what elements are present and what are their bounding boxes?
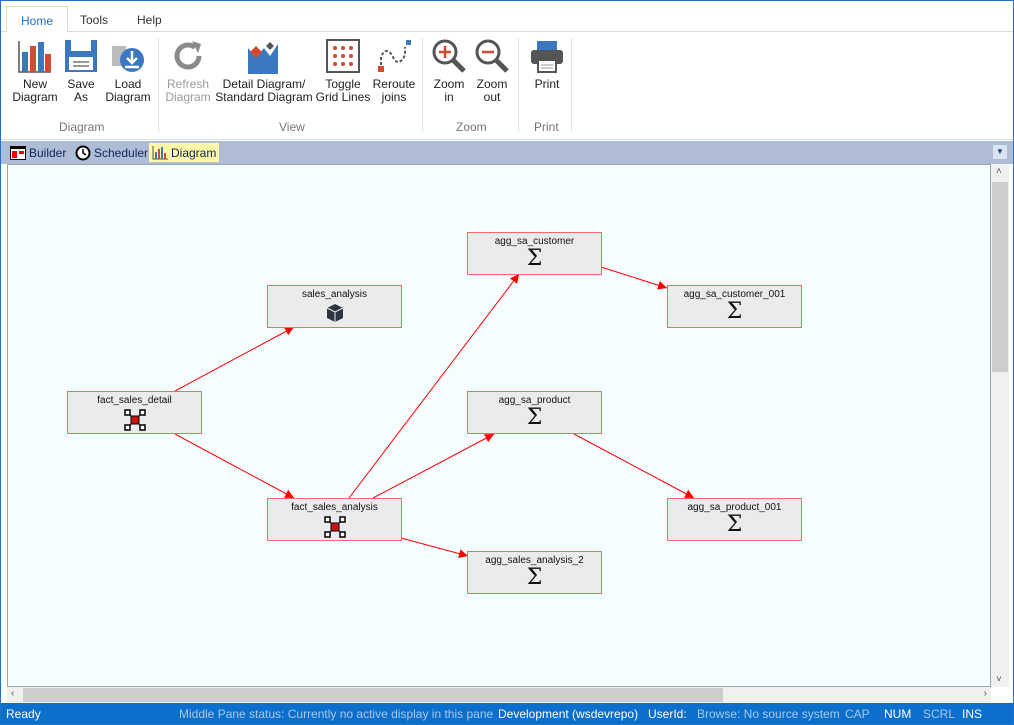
label: Diagram xyxy=(12,90,58,104)
reroute-joins-button[interactable]: Reroute joins xyxy=(371,38,417,104)
divider xyxy=(571,38,572,132)
status-browse: Browse: No source system xyxy=(697,707,840,721)
label: As xyxy=(73,90,88,104)
status-num: NUM xyxy=(884,707,912,721)
vertical-scroll-thumb[interactable] xyxy=(992,182,1008,372)
status-userid: UserId: xyxy=(648,707,687,721)
node-label: fact_sales_detail xyxy=(97,395,172,406)
reroute-icon xyxy=(378,40,411,72)
divider xyxy=(518,38,519,132)
diagram-node[interactable]: fact_sales_analysis xyxy=(267,498,402,541)
sigma-icon: Σ xyxy=(526,565,543,590)
join-edge xyxy=(174,433,295,499)
document-tabs-bar: Builder Scheduler Diagram ▼ xyxy=(1,141,1013,164)
diagram-canvas[interactable]: agg_sa_customer Σ agg_sa_customer_001 Σ sa… xyxy=(7,164,991,687)
refresh-diagram-button: Refresh Diagram xyxy=(164,38,212,104)
doc-tab-scheduler[interactable]: Scheduler xyxy=(72,143,151,162)
join-edge xyxy=(400,537,469,559)
node-label: fact_sales_analysis xyxy=(291,502,378,513)
bar-chart-icon xyxy=(18,41,51,73)
divider xyxy=(422,38,423,132)
detail-standard-diagram-button[interactable]: Detail Diagram/Standard Diagram xyxy=(215,38,313,104)
tab-tools[interactable]: Tools xyxy=(66,6,122,32)
scroll-left-icon[interactable]: ‹ xyxy=(11,688,14,699)
status-middle-pane: Middle Pane status: Currently no active … xyxy=(179,707,494,721)
status-environment: Development (wsdevrepo) xyxy=(498,707,639,721)
label: joins xyxy=(381,90,407,104)
tab-help[interactable]: Help xyxy=(123,6,176,32)
new-diagram-button[interactable]: New Diagram xyxy=(11,38,59,104)
menu-tabs: Home Tools Help xyxy=(1,1,1013,33)
vertical-scrollbar[interactable]: ˄ ˅ xyxy=(991,164,1009,687)
label: in xyxy=(444,90,454,104)
group-label-view: View xyxy=(279,120,305,134)
clock-icon xyxy=(75,145,91,160)
scroll-down-icon[interactable]: ˅ xyxy=(996,674,1002,685)
label: Diagram xyxy=(171,145,217,160)
doc-tab-diagram[interactable]: Diagram xyxy=(149,143,220,162)
grid-icon xyxy=(326,39,360,73)
zoom-in-icon xyxy=(432,39,466,73)
area-chart-icon xyxy=(248,42,278,74)
load-icon xyxy=(112,46,144,72)
join-edge xyxy=(174,326,295,392)
bar-chart-icon xyxy=(152,145,168,159)
toggle-grid-lines-button[interactable]: Toggle Grid Lines xyxy=(315,38,371,104)
join-edge xyxy=(573,433,695,499)
floppy-disk-icon xyxy=(65,40,97,72)
diagram-node[interactable]: agg_sa_product Σ xyxy=(467,391,602,434)
status-cap: CAP xyxy=(845,707,870,721)
status-ready: Ready xyxy=(6,707,41,721)
print-button[interactable]: Print xyxy=(527,38,567,91)
status-bar: Ready Middle Pane status: Currently no a… xyxy=(1,703,1013,724)
diagram-node[interactable]: fact_sales_detail xyxy=(67,391,202,434)
fact-table-icon xyxy=(323,516,346,538)
label: Grid Lines xyxy=(315,90,371,104)
refresh-icon xyxy=(174,41,202,70)
cube-icon xyxy=(326,304,343,322)
label: Diagram xyxy=(105,90,151,104)
load-diagram-button[interactable]: Load Diagram xyxy=(103,38,153,104)
node-label: sales_analysis xyxy=(301,289,368,300)
diagram-node[interactable]: sales_analysis xyxy=(267,285,402,328)
zoom-out-icon xyxy=(475,39,509,73)
status-ins: INS xyxy=(962,707,983,721)
sigma-icon: Σ xyxy=(726,299,743,324)
diagram-node[interactable]: agg_sa_customer Σ xyxy=(467,232,602,275)
diagram-node[interactable]: agg_sales_analysis_2 Σ xyxy=(467,551,602,594)
horizontal-scrollbar[interactable]: ‹ › xyxy=(7,687,991,703)
builder-icon xyxy=(10,145,26,160)
group-label-print: Print xyxy=(534,120,559,134)
doc-tab-builder[interactable]: Builder xyxy=(7,143,69,162)
diagram-node[interactable]: agg_sa_customer_001 Σ xyxy=(667,285,802,328)
label: Diagram xyxy=(165,90,211,104)
label: Scheduler xyxy=(94,145,149,160)
printer-icon xyxy=(531,41,563,73)
zoom-in-button[interactable]: Zoom in xyxy=(429,38,469,104)
label: out xyxy=(483,90,501,104)
label: Builder xyxy=(29,145,67,160)
save-as-button[interactable]: Save As xyxy=(63,38,99,104)
chevron-down-icon[interactable]: ▼ xyxy=(993,145,1007,159)
scroll-right-icon[interactable]: › xyxy=(984,688,987,699)
join-edge xyxy=(600,266,668,290)
label: Print xyxy=(534,77,560,91)
fact-table-icon xyxy=(123,409,146,431)
sigma-icon: Σ xyxy=(726,512,743,537)
divider xyxy=(158,38,159,132)
tab-home[interactable]: Home xyxy=(6,6,69,33)
group-label-zoom: Zoom xyxy=(456,120,487,134)
sigma-icon: Σ xyxy=(526,246,543,271)
horizontal-scroll-thumb[interactable] xyxy=(23,688,723,702)
label: Standard Diagram xyxy=(215,90,313,104)
diagram-node[interactable]: agg_sa_product_001 Σ xyxy=(667,498,802,541)
scroll-up-icon[interactable]: ˄ xyxy=(996,166,1002,177)
zoom-out-button[interactable]: Zoom out xyxy=(472,38,512,104)
group-label-diagram: Diagram xyxy=(59,120,105,134)
ribbon: New Diagram Save As Load Diagram Diagram Re… xyxy=(1,32,1013,140)
join-edge xyxy=(372,433,495,499)
sigma-icon: Σ xyxy=(526,405,543,430)
status-scrl: SCRL xyxy=(923,707,956,721)
